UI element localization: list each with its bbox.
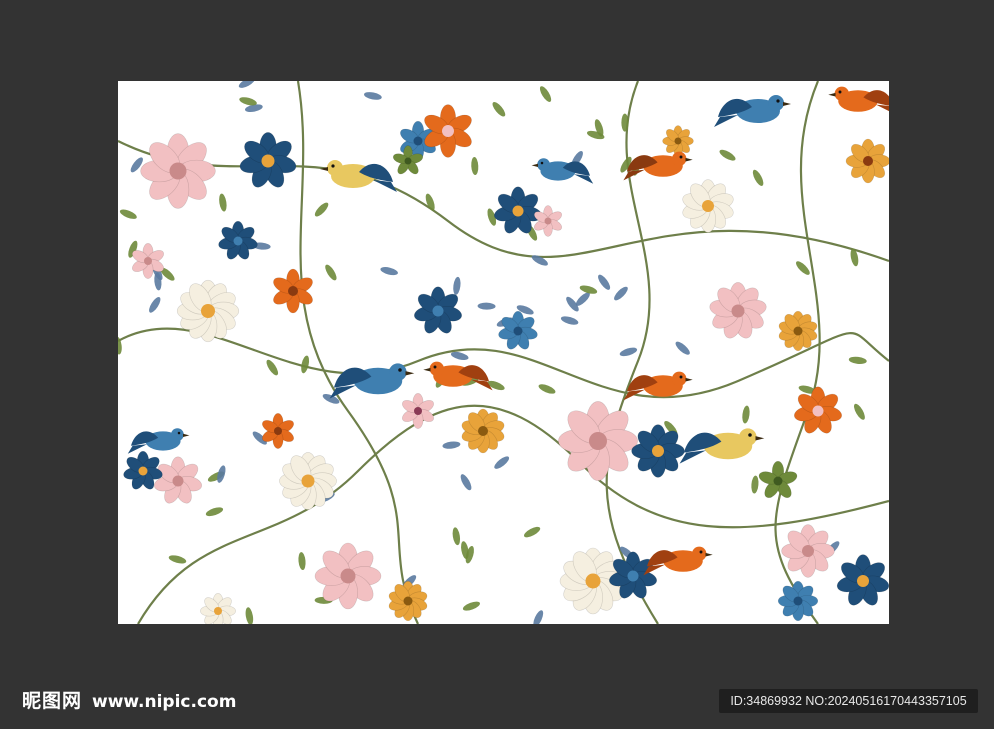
pink-flower: [709, 282, 767, 339]
bird: [643, 546, 713, 576]
blue-flower: [239, 132, 297, 188]
bird: [828, 86, 889, 112]
peony-flower: [314, 542, 382, 610]
blue-flower: [836, 554, 889, 606]
orange-flower: [845, 138, 889, 184]
bird: [320, 160, 397, 192]
pink-flower: [402, 393, 434, 429]
daisy-flower: [176, 279, 240, 343]
bird: [423, 361, 493, 391]
peony-flower: [558, 401, 638, 481]
floral-pattern-image: [118, 81, 889, 624]
daisy-flower: [682, 179, 734, 233]
yellow-flower: [778, 310, 818, 352]
blue-flower: [498, 310, 538, 350]
bird: [531, 158, 594, 184]
green-flower: [758, 460, 798, 499]
yellow-flower: [388, 580, 428, 622]
orange-flower: [794, 386, 842, 434]
watermark-url: www.nipic.com: [92, 692, 237, 712]
white-flower: [200, 593, 236, 624]
blue-flower: [631, 424, 685, 478]
blue-flower: [777, 580, 819, 622]
bird: [714, 95, 791, 127]
floral-pattern-artwork: [118, 81, 889, 624]
bird: [623, 151, 693, 181]
watermark-brand: 昵图网: [22, 690, 83, 712]
blue-flower: [218, 220, 258, 260]
peony-flower: [140, 133, 216, 209]
pink-flower: [154, 456, 202, 504]
pink-flower: [781, 524, 835, 578]
orange-flower: [273, 268, 313, 314]
site-watermark: 昵图网 www.nipic.com: [22, 686, 236, 713]
yellow-flower: [461, 408, 505, 454]
daisy-flower: [279, 452, 337, 510]
bird: [127, 428, 190, 454]
image-id-badge: ID:34869932 NO:20240516170443357105: [719, 689, 978, 713]
vine-stems: [118, 81, 889, 624]
bird: [679, 428, 765, 464]
bird: [329, 363, 415, 399]
